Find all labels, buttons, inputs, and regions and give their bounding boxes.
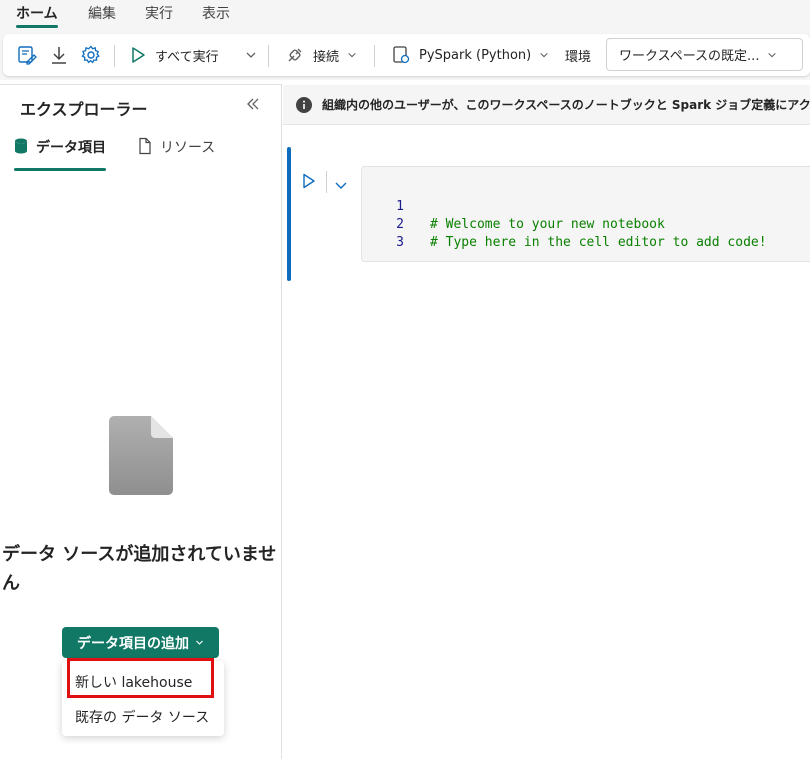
language-label: PySpark (Python) xyxy=(419,47,532,63)
code-line: 1 # Welcome to your new notebook xyxy=(362,180,665,232)
tab-run[interactable]: 実行 xyxy=(145,4,173,28)
divider xyxy=(0,84,282,85)
language-selector[interactable]: PySpark (Python) xyxy=(391,34,549,76)
cell-options-chevron-down-icon[interactable] xyxy=(334,176,348,195)
line-number: 3 xyxy=(396,235,404,250)
toolbar-divider xyxy=(114,45,115,67)
tab-view[interactable]: 表示 xyxy=(202,4,230,28)
plug-icon xyxy=(288,48,302,62)
info-banner: 組織内の他のユーザーが、このワークスペースのノートブックと Spark ジョブ定… xyxy=(283,85,810,125)
edit-icon[interactable] xyxy=(16,34,38,76)
run-all-button[interactable]: すべて実行 xyxy=(130,34,219,76)
run-cell-icon[interactable] xyxy=(302,173,316,193)
tab-edit[interactable]: 編集 xyxy=(88,4,116,28)
settings-gear-icon[interactable] xyxy=(80,34,102,76)
toolbar-divider xyxy=(268,45,269,67)
database-icon xyxy=(15,138,27,154)
code-line: 3 xyxy=(362,216,404,250)
toolbar: すべて実行 接続 PySpark (Python) 環境 ワークスペースの既定.… xyxy=(0,32,810,80)
run-all-label: すべて実行 xyxy=(155,49,219,65)
notebook-language-icon xyxy=(393,46,410,64)
cell-toolbar-divider xyxy=(326,171,327,193)
connect-label: 接続 xyxy=(313,49,340,65)
chevron-down-icon xyxy=(768,52,777,57)
add-data-items-button[interactable]: データ項目の追加 xyxy=(62,627,219,658)
code-cell-editor[interactable]: 1 # Welcome to your new notebook 2 # Typ… xyxy=(361,166,810,262)
tab-data-items-label: データ項目 xyxy=(36,140,106,156)
tab-resources-label: リソース xyxy=(160,140,216,156)
code-text: # Type here in the cell editor to add co… xyxy=(430,235,767,250)
collapse-panel-icon[interactable] xyxy=(246,97,260,115)
highlight-box xyxy=(67,658,214,698)
toolbar-divider xyxy=(374,45,375,67)
document-icon xyxy=(139,137,151,155)
add-data-items-label: データ項目の追加 xyxy=(77,635,189,652)
environment-value: ワークスペースの既定... xyxy=(619,49,760,64)
environment-dropdown[interactable]: ワークスペースの既定... xyxy=(606,38,803,71)
menu-bar: ホーム 編集 実行 表示 xyxy=(0,0,810,32)
code-line: 2 # Type here in the cell editor to add … xyxy=(362,198,766,250)
empty-file-icon xyxy=(109,416,173,500)
explorer-title: エクスプローラー xyxy=(20,100,148,119)
run-all-chevron-down-icon[interactable] xyxy=(245,34,257,76)
play-icon xyxy=(132,47,145,63)
chevron-down-icon xyxy=(196,640,203,645)
tab-data-items[interactable]: データ項目 xyxy=(14,137,106,171)
info-banner-text: 組織内の他のユーザーが、このワークスペースのノートブックと Spark ジョブ定… xyxy=(322,98,810,112)
connect-button[interactable]: 接続 xyxy=(285,34,357,76)
toolbar-panel: すべて実行 接続 PySpark (Python) 環境 ワークスペースの既定.… xyxy=(3,34,810,76)
download-icon[interactable] xyxy=(49,34,69,76)
code-text: # Welcome to your new notebook xyxy=(430,217,665,232)
chevron-down-icon xyxy=(540,52,548,58)
tab-home[interactable]: ホーム xyxy=(16,4,58,28)
empty-state-title: データ ソースが追加されていません xyxy=(2,544,277,594)
menu-item-existing-data-source[interactable]: 既存の データ ソース xyxy=(75,707,209,727)
tab-resources[interactable]: リソース xyxy=(138,137,215,171)
info-icon xyxy=(296,96,312,113)
chevron-down-icon xyxy=(348,52,356,58)
environment-label: 環境 xyxy=(565,49,592,65)
active-cell-indicator xyxy=(287,147,291,281)
